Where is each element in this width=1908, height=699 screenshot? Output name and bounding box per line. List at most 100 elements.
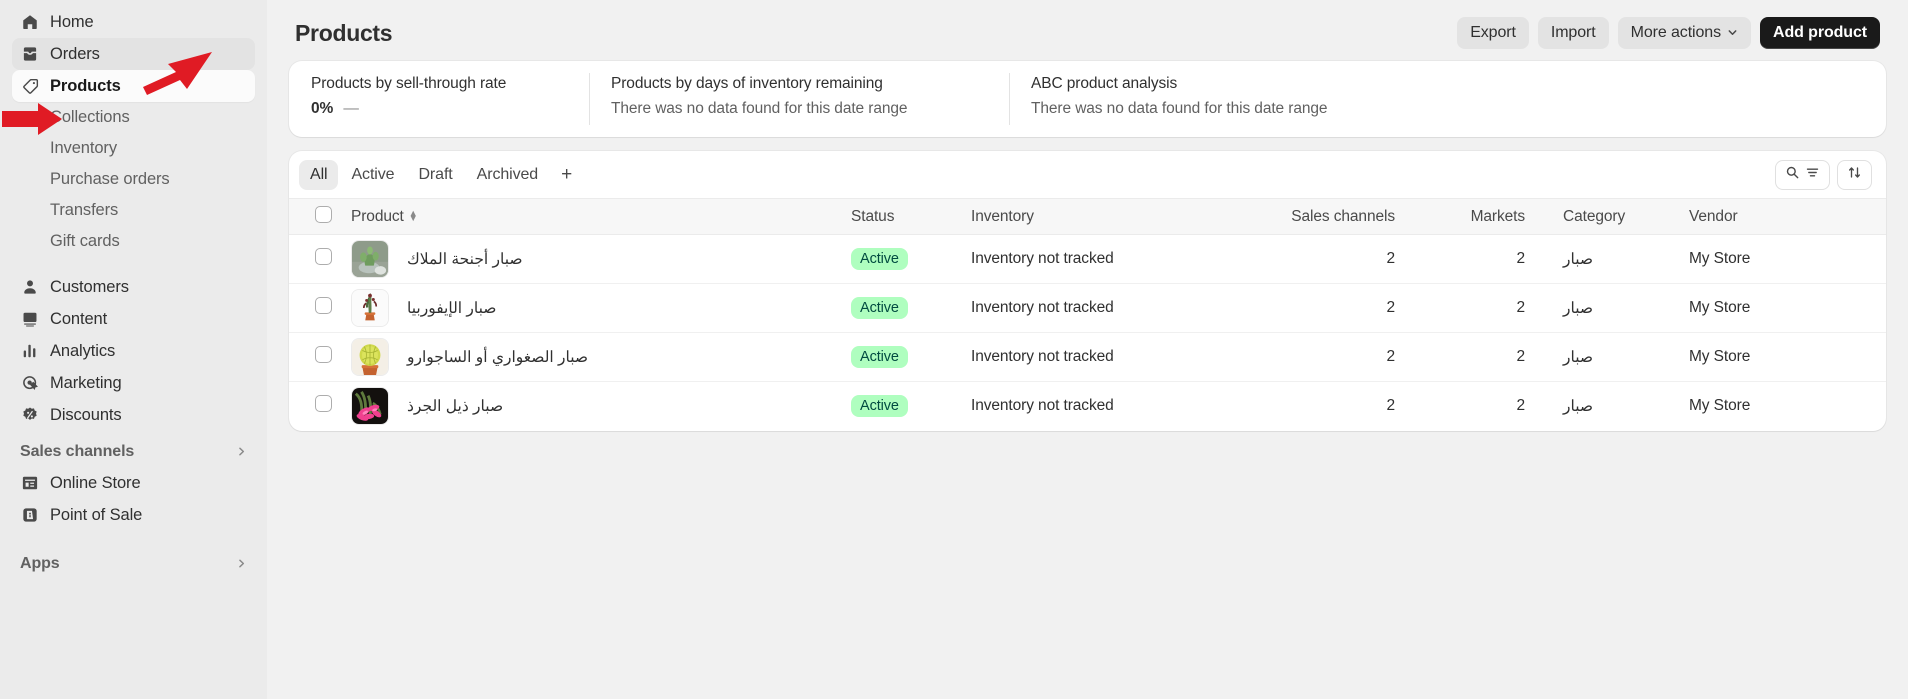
sort-button[interactable] — [1837, 159, 1872, 190]
product-name: صبار الصغواري أو الساجوارو — [407, 348, 589, 366]
chevron-right-icon[interactable] — [236, 446, 247, 459]
tab-active[interactable]: Active — [340, 160, 405, 190]
product-name: صبار أجنحة الملاك — [407, 250, 523, 268]
sidebar-item-label: Marketing — [50, 373, 122, 392]
table-row[interactable]: صبار أجنحة الملاك Active Inventory not t… — [289, 234, 1886, 284]
category-value: صبار — [1563, 348, 1594, 366]
row-vendor-cell: My Store — [1671, 234, 1886, 284]
row-select-cell — [289, 283, 341, 333]
row-checkbox[interactable] — [315, 395, 332, 413]
row-product-cell[interactable]: صبار الإيفوربيا — [341, 283, 851, 333]
header-label: Markets — [1470, 207, 1526, 225]
header-product[interactable]: Product ▲ ▼ — [341, 198, 851, 235]
products-table-body: صبار أجنحة الملاك Active Inventory not t… — [289, 234, 1886, 431]
products-table: Product ▲ ▼ Status Inventory Sales chann… — [289, 198, 1886, 431]
sidebar-item-discounts[interactable]: Discounts — [12, 399, 255, 431]
search-icon — [1785, 165, 1800, 185]
products-tab-bar: All Active Draft Archived + — [289, 151, 1886, 198]
sidebar-item-orders[interactable]: Orders — [12, 38, 255, 70]
sidebar-section-sales-channels[interactable]: Sales channels — [12, 437, 255, 467]
point-of-sale-icon — [20, 505, 40, 525]
sidebar-subitem-label: Gift cards — [50, 232, 120, 250]
import-button[interactable]: Import — [1537, 17, 1609, 49]
header-category: Category — [1551, 198, 1671, 235]
sidebar-item-home[interactable]: Home — [12, 6, 255, 38]
row-category-cell: صبار — [1551, 234, 1671, 284]
row-checkbox[interactable] — [315, 248, 332, 265]
category-value: صبار — [1563, 299, 1594, 317]
sidebar-item-point-of-sale[interactable]: Point of Sale — [12, 499, 255, 531]
row-sales-channels-cell: 2 — [1261, 283, 1421, 333]
sidebar-item-transfers[interactable]: Transfers — [12, 195, 255, 226]
metric-title: ABC product analysis — [1031, 75, 1178, 92]
sidebar-navigation: Home Orders Products Collections Invento… — [0, 0, 267, 699]
header-markets: Markets — [1421, 198, 1551, 235]
sidebar-item-analytics[interactable]: Analytics — [12, 335, 255, 367]
header-inventory: Inventory — [971, 198, 1261, 235]
sidebar-item-label: Online Store — [50, 473, 141, 492]
row-markets-cell: 2 — [1421, 234, 1551, 284]
orders-inbox-icon — [20, 44, 40, 64]
golden-barrel-cactus-thumbnail — [351, 338, 389, 376]
sidebar-item-collections[interactable]: Collections — [12, 102, 255, 133]
row-sales-channels-cell: 2 — [1261, 234, 1421, 284]
metric-value: 0% — — [311, 100, 567, 118]
row-checkbox[interactable] — [315, 346, 332, 363]
more-actions-label: More actions — [1630, 24, 1722, 41]
tab-archived[interactable]: Archived — [466, 160, 549, 190]
tab-draft[interactable]: Draft — [407, 160, 463, 190]
row-sales-channels-cell: 2 — [1386, 397, 1395, 415]
header-status: Status — [851, 198, 971, 235]
row-product-cell[interactable]: صبار ذيل الجرذ — [341, 382, 851, 431]
select-all-checkbox[interactable] — [315, 205, 332, 223]
sort-arrows-icon: ▲ ▼ — [408, 207, 418, 223]
row-status-cell: Active — [851, 283, 971, 333]
sidebar-item-products[interactable]: Products — [12, 70, 255, 102]
row-product-cell[interactable]: صبار الصغواري أو الساجوارو — [341, 332, 851, 382]
row-inventory-cell: Inventory not tracked — [971, 397, 1114, 415]
metric-abc-product-analysis[interactable]: ABC product analysis There was no data f… — [1009, 61, 1886, 137]
metric-title: Products by days of inventory remaining — [611, 75, 883, 92]
add-view-tab-button[interactable]: + — [551, 160, 582, 190]
sidebar-item-label: Home — [50, 12, 94, 31]
sort-by-product[interactable]: Product ▲ ▼ — [351, 208, 418, 226]
sidebar-item-gift-cards[interactable]: Gift cards — [12, 226, 255, 257]
row-sales-channels-cell: 2 — [1261, 332, 1421, 382]
metric-days-inventory-remaining[interactable]: Products by days of inventory remaining … — [589, 61, 1009, 137]
status-badge: Active — [851, 395, 908, 418]
chevron-down-icon — [1727, 27, 1738, 41]
page-actions: Export Import More actions Add product — [1457, 17, 1880, 49]
row-checkbox[interactable] — [315, 297, 332, 314]
sidebar-item-customers[interactable]: Customers — [12, 271, 255, 303]
product-tag-icon — [20, 76, 40, 96]
sidebar-subitem-label: Transfers — [50, 201, 119, 219]
sidebar-section-apps[interactable]: Apps — [12, 549, 255, 579]
search-and-filter-button[interactable] — [1775, 159, 1830, 190]
header-sales-channels: Sales channels — [1261, 198, 1421, 235]
sidebar-item-online-store[interactable]: Online Store — [12, 467, 255, 499]
tab-all[interactable]: All — [299, 159, 339, 190]
sidebar-item-inventory[interactable]: Inventory — [12, 133, 255, 164]
sidebar-item-marketing[interactable]: Marketing — [12, 367, 255, 399]
status-badge: Active — [851, 248, 908, 270]
sort-arrows-icon — [1847, 165, 1862, 185]
row-product-cell[interactable]: صبار أجنحة الملاك — [341, 234, 851, 284]
bar-chart-icon — [20, 341, 40, 361]
table-row[interactable]: صبار الإيفوربيا Active Inventory not tra… — [289, 283, 1886, 333]
product-name: صبار ذيل الجرذ — [407, 397, 504, 415]
status-badge: Active — [851, 346, 908, 368]
export-button[interactable]: Export — [1457, 17, 1529, 49]
row-category-cell: صبار — [1551, 382, 1671, 431]
chevron-right-icon[interactable] — [236, 558, 247, 571]
sidebar-subitem-label: Collections — [50, 108, 130, 126]
table-row[interactable]: صبار ذيل الجرذ Active Inventory not trac… — [289, 382, 1886, 431]
sidebar-item-content[interactable]: Content — [12, 303, 255, 335]
header-label: Vendor — [1689, 207, 1738, 225]
table-row[interactable]: صبار الصغواري أو الساجوارو Active Invent… — [289, 332, 1886, 382]
add-product-button[interactable]: Add product — [1760, 17, 1880, 49]
storefront-icon — [20, 473, 40, 493]
metric-sell-through-rate[interactable]: Products by sell-through rate 0% — — [289, 61, 589, 137]
more-actions-button[interactable]: More actions — [1617, 17, 1751, 49]
sidebar-item-purchase-orders[interactable]: Purchase orders — [12, 164, 255, 195]
products-table-head: Product ▲ ▼ Status Inventory Sales chann… — [289, 198, 1886, 235]
